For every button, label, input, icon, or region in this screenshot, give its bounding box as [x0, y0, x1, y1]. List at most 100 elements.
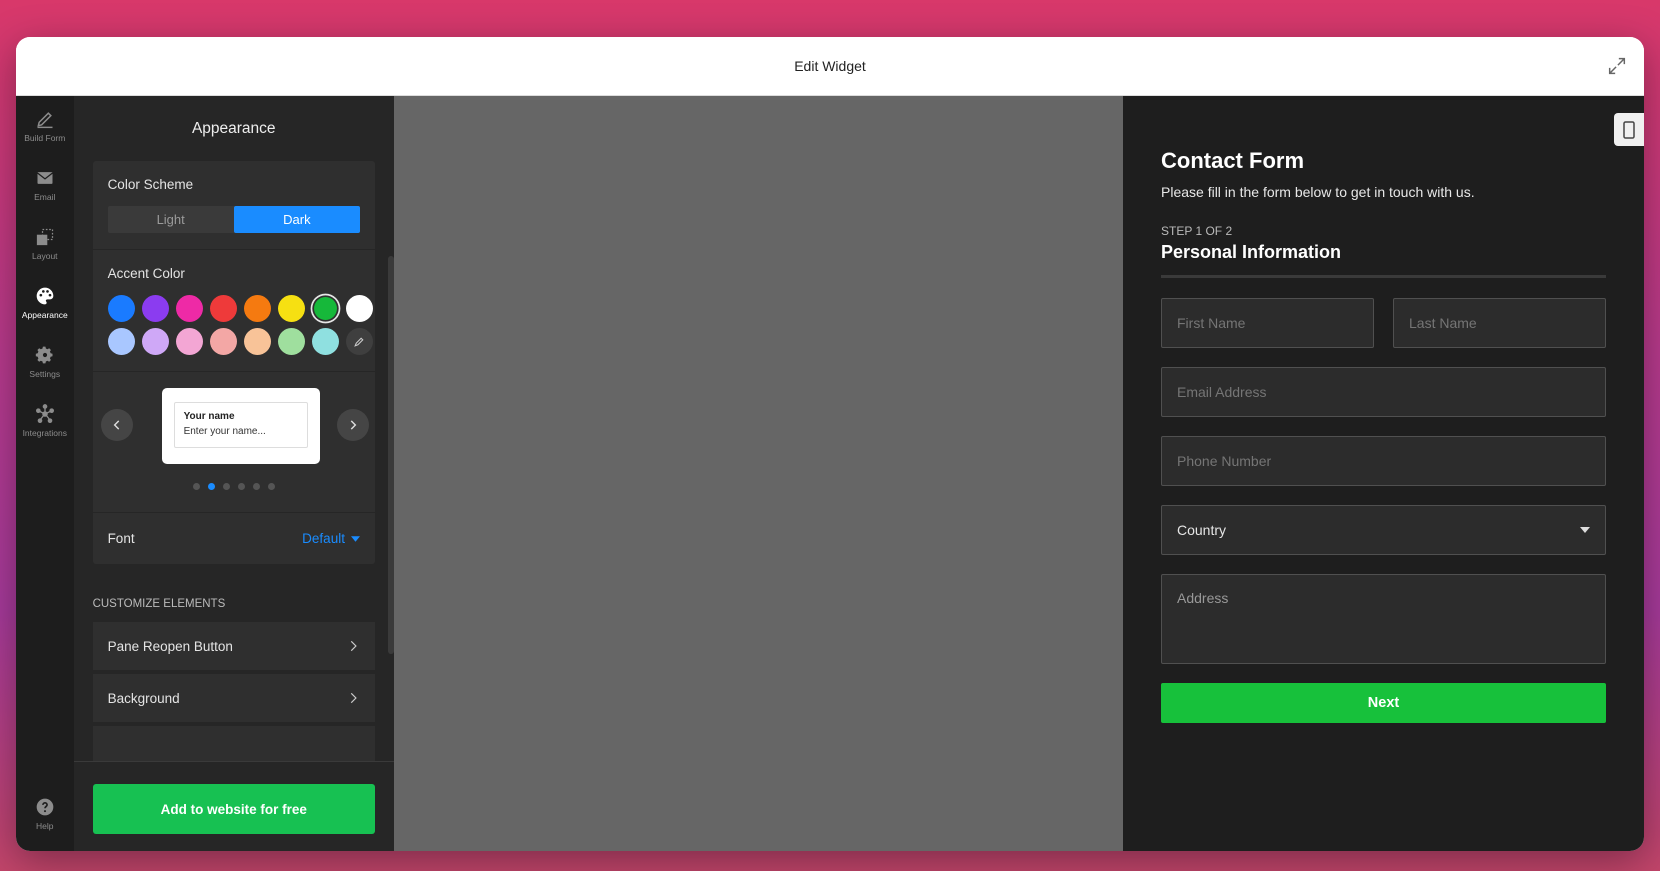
rail-layout[interactable]: Layout	[16, 214, 74, 273]
mobile-preview-button[interactable]	[1614, 113, 1644, 146]
add-to-website-button[interactable]: Add to website for free	[92, 784, 375, 834]
carousel-dot[interactable]	[237, 483, 245, 490]
scheme-dark-option[interactable]: Dark	[233, 206, 360, 233]
email-field[interactable]	[1161, 367, 1606, 417]
form-title: Contact Form	[1161, 148, 1304, 173]
chevron-right-icon	[350, 640, 357, 652]
carousel-next-button[interactable]	[336, 409, 369, 441]
carousel-dot[interactable]	[252, 483, 260, 490]
font-value: Default	[302, 531, 345, 546]
next-button[interactable]: Next	[1161, 683, 1606, 723]
section-heading: Personal Information	[1161, 242, 1342, 262]
help-icon	[36, 798, 54, 815]
step-indicator: STEP 1 OF 2	[1161, 224, 1233, 238]
panel-title: Appearance	[191, 119, 276, 137]
partial-row[interactable]	[92, 726, 375, 761]
chevron-right-icon	[350, 692, 357, 704]
preview-placeholder: Enter your name...	[183, 426, 266, 437]
row-label: Background	[107, 690, 180, 706]
customize-elements-title: CUSTOMIZE ELEMENTS	[92, 598, 226, 610]
rail-integrations[interactable]: Integrations	[16, 391, 74, 450]
titlebar: Edit Widget	[16, 37, 1644, 96]
form-subtitle: Please fill in the form below to get in …	[1161, 184, 1475, 200]
mail-icon	[36, 171, 53, 184]
accent-swatch[interactable]	[175, 328, 203, 355]
rail-help[interactable]: Help	[16, 784, 74, 843]
rail-label: Layout	[32, 250, 58, 261]
font-row: Font Default	[92, 512, 375, 564]
phone-field[interactable]	[1161, 436, 1606, 486]
phone-icon	[1623, 120, 1635, 139]
accent-swatch[interactable]	[311, 328, 339, 355]
scheme-light-option[interactable]: Light	[108, 206, 234, 233]
accent-swatch[interactable]	[277, 295, 305, 322]
last-name-field[interactable]	[1393, 298, 1606, 348]
appearance-card: Color Scheme Light Dark Accent Color You…	[92, 161, 375, 564]
carousel-dot[interactable]	[207, 483, 215, 490]
edit-widget-window: Edit Widget Build Form Email Layout Appe…	[16, 37, 1644, 851]
carousel-dot[interactable]	[222, 483, 230, 490]
color-scheme-title: Color Scheme	[107, 177, 194, 192]
window-title: Edit Widget	[794, 58, 866, 74]
rail-label: Help	[36, 820, 54, 831]
appearance-panel: Appearance Color Scheme Light Dark Accen…	[73, 96, 394, 851]
carousel-dot[interactable]	[192, 483, 200, 490]
rail-email[interactable]: Email	[16, 155, 74, 214]
pane-reopen-button-row[interactable]: Pane Reopen Button	[92, 622, 375, 670]
accent-color-title: Accent Color	[107, 266, 185, 281]
style-preview-card[interactable]: Your name Enter your name...	[161, 388, 320, 464]
accent-swatch[interactable]	[209, 295, 237, 322]
accent-swatches	[107, 295, 373, 355]
chevron-left-icon	[113, 420, 119, 430]
accent-swatch[interactable]	[141, 295, 169, 322]
expand-icon[interactable]	[1606, 55, 1628, 77]
panel-scroll-area[interactable]: Color Scheme Light Dark Accent Color You…	[74, 161, 394, 761]
rail-label: Email	[34, 191, 56, 202]
accent-swatch[interactable]	[175, 295, 203, 322]
caret-down-icon	[1580, 527, 1590, 533]
pencil-icon	[37, 111, 53, 128]
carousel-prev-button[interactable]	[100, 409, 133, 441]
country-select[interactable]: Country	[1161, 505, 1606, 555]
background-row[interactable]: Background	[92, 674, 375, 722]
preview-label: Your name	[183, 411, 235, 422]
gear-icon	[35, 346, 53, 363]
layout-icon	[36, 228, 53, 245]
color-scheme-section: Color Scheme Light Dark	[92, 161, 375, 250]
eyedropper-button[interactable]	[345, 328, 373, 355]
accent-swatch[interactable]	[209, 328, 237, 355]
rail-label: Build Form	[24, 132, 66, 143]
color-scheme-toggle: Light Dark	[107, 206, 360, 233]
canvas-area	[393, 96, 1123, 851]
first-name-field[interactable]	[1161, 298, 1374, 348]
accent-swatch[interactable]	[313, 297, 337, 320]
accent-swatch[interactable]	[243, 295, 271, 322]
accent-swatch[interactable]	[243, 328, 271, 355]
step-progress	[1161, 275, 1606, 278]
chevron-right-icon	[350, 420, 356, 430]
carousel-dot[interactable]	[267, 483, 275, 490]
font-label: Font	[107, 531, 135, 546]
style-carousel: Your name Enter your name...	[93, 372, 375, 512]
rail-label: Appearance	[21, 309, 68, 320]
caret-down-icon	[350, 535, 360, 542]
network-icon	[35, 403, 54, 423]
accent-swatch[interactable]	[141, 328, 169, 355]
rail-label: Settings	[29, 368, 61, 379]
form-preview: Contact Form Please fill in the form bel…	[1123, 96, 1644, 851]
rail-appearance[interactable]: Appearance	[16, 273, 74, 332]
accent-swatch[interactable]	[277, 328, 305, 355]
row-label: Pane Reopen Button	[107, 638, 233, 654]
address-field[interactable]: Address	[1161, 574, 1606, 664]
accent-swatch[interactable]	[107, 328, 135, 355]
country-value: Country	[1177, 522, 1227, 538]
accent-color-section: Accent Color	[92, 250, 375, 372]
nav-rail: Build Form Email Layout Appearance Setti…	[16, 96, 74, 851]
rail-build-form[interactable]: Build Form	[16, 96, 74, 155]
eyedropper-icon	[353, 337, 364, 347]
accent-swatch[interactable]	[107, 295, 135, 322]
accent-swatch[interactable]	[345, 295, 373, 322]
rail-settings[interactable]: Settings	[16, 332, 74, 391]
panel-scrollbar[interactable]	[387, 256, 394, 654]
font-select[interactable]: Default	[302, 531, 360, 546]
